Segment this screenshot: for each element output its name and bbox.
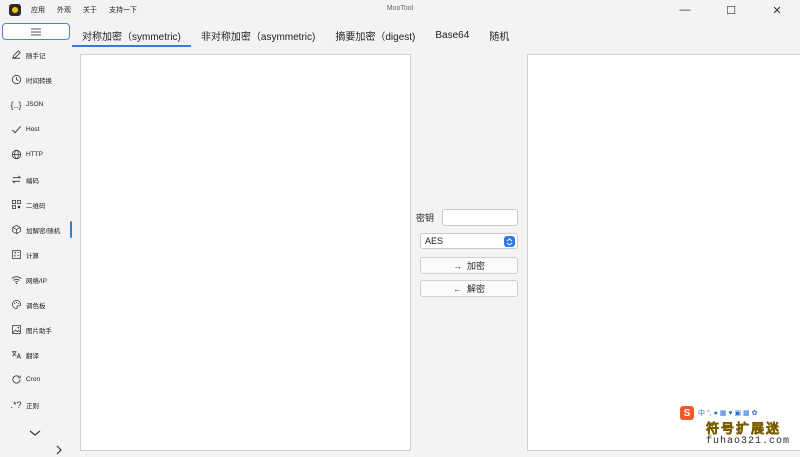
- sidebar-item-label: JSON: [26, 101, 44, 108]
- menu-app[interactable]: 应用: [31, 5, 45, 15]
- sidebar-item-time[interactable]: 时间转换: [0, 67, 72, 92]
- sidebar-item-label: 图片助手: [26, 327, 52, 335]
- sidebar-item-palette[interactable]: 调色板: [0, 292, 72, 317]
- braces-icon: {..}: [10, 99, 22, 110]
- cube-icon: [10, 224, 22, 236]
- maximize-button[interactable]: ☐: [708, 0, 754, 20]
- sidebar-item-label: Host: [26, 126, 40, 133]
- sidebar-item-label: 加解密/随机: [26, 227, 61, 235]
- ime-toolbar-icons: 中 °, ● ▦ ♥ ▣ ▦ ✿: [698, 410, 758, 417]
- check-icon: [10, 124, 22, 136]
- tab-bar: 对称加密（symmetric) 非对称加密（asymmetric) 摘要加密（d…: [72, 23, 519, 47]
- sidebar-item-label: HTTP: [26, 151, 43, 158]
- window-controls: — ☐ ✕: [662, 0, 800, 20]
- qrcode-icon: [10, 199, 22, 211]
- sidebar-item-label: 二维码: [26, 202, 46, 210]
- regex-icon: .*?: [10, 399, 22, 410]
- sidebar-item-http[interactable]: HTTP: [0, 142, 72, 167]
- sidebar-item-encoding[interactable]: 编码: [0, 167, 72, 192]
- ciphertext-output-area[interactable]: [527, 54, 800, 451]
- hamburger-icon: [31, 28, 41, 35]
- sidebar-item-label: 正则: [26, 402, 39, 410]
- sidebar-item-label: 计算: [26, 252, 39, 260]
- arrow-left-icon: ←: [452, 283, 462, 294]
- sidebar-item-calc[interactable]: 计算: [0, 242, 72, 267]
- image-icon: [10, 324, 22, 336]
- decrypt-label: 解密: [466, 284, 485, 294]
- globe-icon: [10, 149, 22, 161]
- menu-bar: 应用 外观 关于 支持一下: [31, 5, 149, 15]
- clock-icon: [10, 74, 22, 86]
- sidebar-item-qrcode[interactable]: 二维码: [0, 192, 72, 217]
- tab-symmetric[interactable]: 对称加密（symmetric): [72, 23, 191, 47]
- key-label: 密钥: [416, 213, 435, 223]
- arrow-right-icon: →: [452, 260, 462, 271]
- tab-base64[interactable]: Base64: [425, 23, 479, 47]
- sidebar-item-label: 翻译: [26, 352, 39, 360]
- key-row: 密钥: [416, 209, 522, 226]
- sidebar-item-label: 随手记: [26, 52, 46, 60]
- crypto-controls: 密钥 AES → 加密 ← 解密: [416, 209, 522, 297]
- encrypt-button[interactable]: → 加密: [420, 257, 518, 274]
- translate-icon: [10, 349, 22, 361]
- menu-about[interactable]: 关于: [83, 5, 97, 15]
- sidebar-item-label: Cron: [26, 376, 41, 383]
- chevron-right-icon[interactable]: [54, 444, 64, 456]
- palette-icon: [10, 299, 22, 311]
- watermark-url: fuhao321.com: [706, 436, 791, 447]
- sidebar-item-json[interactable]: {..} JSON: [0, 92, 72, 117]
- chevron-down-icon[interactable]: [28, 428, 42, 438]
- calc-icon: [10, 249, 22, 261]
- sidebar-toggle-button[interactable]: [2, 23, 70, 40]
- app-logo-icon: [9, 4, 21, 16]
- ime-logo-icon: S: [680, 406, 694, 420]
- sidebar-item-notes[interactable]: 随手记: [0, 42, 72, 67]
- sidebar-item-cron[interactable]: Cron: [0, 367, 72, 392]
- close-button[interactable]: ✕: [754, 0, 800, 20]
- sidebar-item-label: 编码: [26, 177, 39, 185]
- watermark-text: 符号扩展迷: [706, 421, 782, 437]
- plaintext-input-area[interactable]: [80, 54, 411, 451]
- key-input[interactable]: [442, 209, 518, 226]
- pen-icon: [10, 49, 22, 61]
- tab-asymmetric[interactable]: 非对称加密（asymmetric): [191, 23, 325, 47]
- sidebar-item-crypto[interactable]: 加解密/随机: [0, 217, 72, 242]
- sidebar-nav: 随手记 时间转换 {..} JSON Host HTTP 编码 二维码 加解密/…: [0, 42, 72, 417]
- sidebar-item-translate[interactable]: 翻译: [0, 342, 72, 367]
- sidebar-item-label: 网络/IP: [26, 277, 47, 285]
- tab-random[interactable]: 随机: [479, 23, 519, 47]
- decrypt-button[interactable]: ← 解密: [420, 280, 518, 297]
- tab-digest[interactable]: 摘要加密（digest): [325, 23, 425, 47]
- swap-icon: [10, 174, 22, 186]
- title-bar: 应用 外观 关于 支持一下 MooTool — ☐ ✕: [0, 0, 800, 20]
- sidebar-item-network[interactable]: 网络/IP: [0, 267, 72, 292]
- wifi-icon: [10, 274, 22, 286]
- algorithm-select[interactable]: AES: [420, 233, 518, 249]
- sidebar-item-regex[interactable]: .*? 正则: [0, 392, 72, 417]
- sidebar: 随手记 时间转换 {..} JSON Host HTTP 编码 二维码 加解密/…: [0, 20, 72, 457]
- menu-support[interactable]: 支持一下: [109, 5, 137, 15]
- sidebar-item-label: 时间转换: [26, 77, 52, 85]
- sidebar-item-label: 调色板: [26, 302, 46, 310]
- minimize-button[interactable]: —: [662, 0, 708, 20]
- algorithm-value: AES: [425, 236, 444, 246]
- cron-icon: [10, 374, 22, 386]
- app-window: 应用 外观 关于 支持一下 MooTool — ☐ ✕ 随手记 时间转换 {..…: [0, 0, 800, 457]
- menu-appearance[interactable]: 外观: [57, 5, 71, 15]
- sidebar-item-host[interactable]: Host: [0, 117, 72, 142]
- sidebar-item-image[interactable]: 图片助手: [0, 317, 72, 342]
- encrypt-label: 加密: [466, 261, 485, 271]
- select-chevron-icon: [504, 236, 515, 247]
